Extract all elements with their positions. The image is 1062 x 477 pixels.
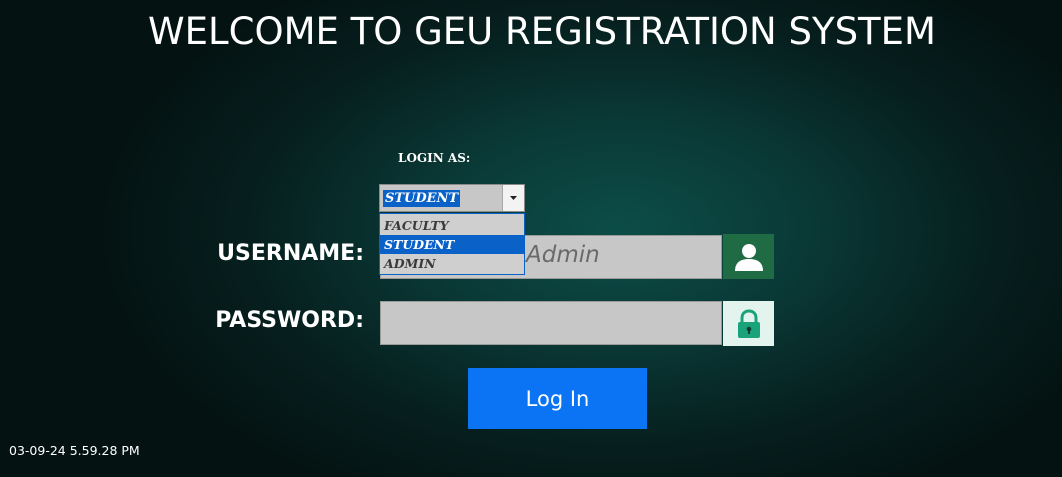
login-as-selected-value: STUDENT (383, 190, 461, 207)
lock-icon (737, 308, 760, 338)
option-faculty[interactable]: FACULTY (380, 216, 524, 235)
user-icon (734, 243, 763, 271)
password-input[interactable] (380, 301, 722, 345)
username-placeholder: Admin (526, 242, 600, 268)
lock-icon-box (723, 301, 774, 346)
login-as-dropdown[interactable]: STUDENT (379, 184, 525, 212)
username-label: USERNAME: (217, 241, 364, 266)
login-as-label: LOGIN AS: (398, 151, 471, 165)
option-student[interactable]: STUDENT (380, 235, 524, 254)
user-icon-box (723, 234, 774, 279)
option-admin[interactable]: ADMIN (380, 254, 524, 273)
dropdown-arrow-button[interactable] (502, 185, 524, 211)
login-as-options-list: FACULTY STUDENT ADMIN (379, 213, 525, 275)
chevron-down-icon (510, 196, 517, 200)
password-label: PASSWORD: (215, 308, 364, 333)
timestamp: 03-09-24 5.59.28 PM (9, 443, 140, 458)
page-title: WELCOME TO GEU REGISTRATION SYSTEM (148, 10, 936, 53)
login-button[interactable]: Log In (468, 368, 647, 429)
